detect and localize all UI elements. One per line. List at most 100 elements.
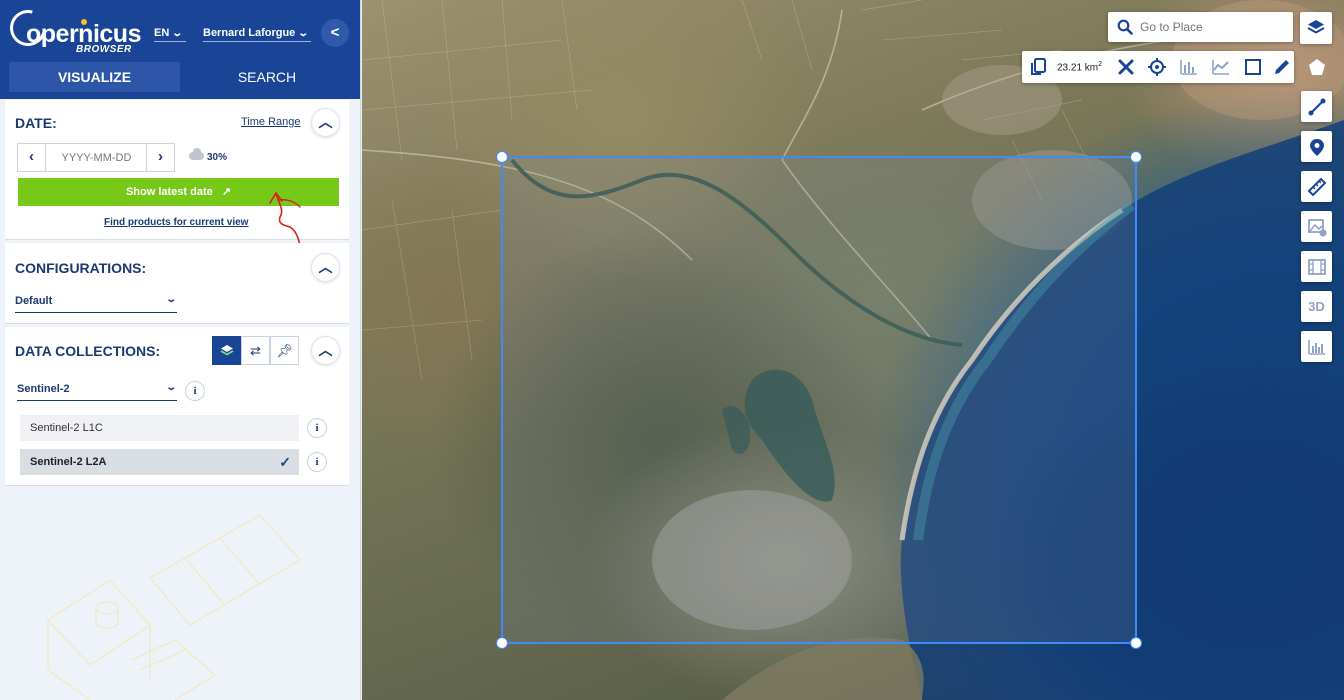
next-date-button[interactable]: › <box>146 144 174 171</box>
layers-icon <box>1307 20 1325 34</box>
chevron-down-icon: ⌄ <box>171 28 184 39</box>
aoi-area-value: 23.21 km <box>1057 62 1099 74</box>
aoi-handle[interactable] <box>1130 637 1142 649</box>
pencil-icon[interactable] <box>1272 57 1292 77</box>
find-products-link[interactable]: Find products for current view <box>104 217 248 228</box>
aoi-handle[interactable] <box>496 151 508 163</box>
collection-value: Sentinel-2 <box>17 383 70 395</box>
crosshair-icon[interactable] <box>1147 57 1167 77</box>
draw-polygon-button[interactable] <box>1301 51 1332 82</box>
annotation-arrow <box>269 191 301 246</box>
chevron-down-icon: ⌄ <box>164 294 177 305</box>
configurations-collapse-button[interactable]: ︿ <box>311 253 340 282</box>
square-icon[interactable] <box>1243 57 1263 77</box>
top-bar: opernicus BROWSER EN ⌄ Bernard Laforgue ⌄ … <box>0 0 360 99</box>
configurations-title: CONFIGURATIONS: <box>15 260 147 276</box>
draw-line-button[interactable] <box>1301 91 1332 122</box>
chevron-left-icon: ‹ <box>29 148 34 165</box>
layers-button[interactable] <box>1300 12 1332 44</box>
film-icon <box>1308 259 1326 275</box>
aoi-area: 23.21 km2 <box>1057 61 1102 73</box>
time-range-link[interactable]: Time Range <box>241 116 301 128</box>
map-view[interactable]: 23.21 km2 <box>362 0 1344 700</box>
pin-icon <box>1310 139 1324 156</box>
collection-info-button[interactable]: i <box>185 381 205 401</box>
3d-label: 3D <box>1308 299 1325 314</box>
arrow-up-right-icon: ↗ <box>221 186 232 198</box>
histogram-icon <box>1308 340 1325 355</box>
l1c-info-button[interactable]: i <box>307 418 327 438</box>
aoi-toolbar: 23.21 km2 <box>1022 51 1294 83</box>
layers-view-button[interactable] <box>212 336 241 365</box>
collection-item-sentinel-2-l2a[interactable]: Sentinel-2 L2A ✓ <box>20 449 299 475</box>
aoi-rectangle[interactable] <box>501 156 1137 644</box>
date-collapse-button[interactable]: ︿ <box>311 108 340 137</box>
swap-icon: ⇄ <box>250 343 261 358</box>
collection-item-label: Sentinel-2 L2A <box>30 456 107 468</box>
tab-search[interactable]: SEARCH <box>182 62 352 92</box>
layers-icon <box>220 345 233 356</box>
data-collections-collapse-button[interactable]: ︿ <box>311 336 340 365</box>
place-search <box>1108 12 1293 42</box>
info-icon: i <box>315 456 319 468</box>
3d-view-button[interactable]: 3D <box>1301 291 1332 322</box>
pin-view-button[interactable]: 📌︎ <box>270 336 299 365</box>
copy-icon[interactable] <box>1029 57 1049 77</box>
collection-item-sentinel-2-l1c[interactable]: Sentinel-2 L1C <box>20 415 299 441</box>
checkmark-icon: ✓ <box>279 454 291 470</box>
configuration-select[interactable]: Default ⌄ <box>15 294 177 313</box>
configurations-panel: CONFIGURATIONS: ︿ Default ⌄ <box>5 243 349 324</box>
tab-visualize[interactable]: VISUALIZE <box>9 62 180 92</box>
collection-item-label: Sentinel-2 L1C <box>30 422 103 434</box>
language-label: EN <box>154 27 170 39</box>
sidebar: opernicus BROWSER EN ⌄ Bernard Laforgue ⌄ … <box>0 0 361 700</box>
measure-button[interactable] <box>1301 171 1332 202</box>
add-pin-button[interactable] <box>1301 131 1332 162</box>
search-icon[interactable] <box>1117 19 1133 35</box>
cloud-icon[interactable] <box>189 148 204 160</box>
configuration-value: Default <box>15 295 53 307</box>
chevron-up-icon: ︿ <box>318 259 333 275</box>
aoi-handle[interactable] <box>1130 151 1142 163</box>
aoi-handle[interactable] <box>496 637 508 649</box>
satellite-illustration <box>47 514 301 700</box>
info-icon: i <box>193 385 197 397</box>
data-collections-panel: DATA COLLECTIONS: ⇄ 📌︎ ︿ Sentinel-2 ⌄ i … <box>5 327 349 486</box>
bar-chart-icon[interactable] <box>1179 57 1199 77</box>
close-icon[interactable] <box>1116 57 1136 77</box>
latest-date-label: Show latest date <box>125 186 213 198</box>
satellite-imagery <box>362 0 1344 700</box>
cloud-cover-value[interactable]: 30% <box>207 152 227 163</box>
language-select[interactable]: EN ⌄ <box>154 27 186 42</box>
chevron-up-icon: ︿ <box>318 114 333 130</box>
line-chart-icon[interactable] <box>1211 57 1231 77</box>
chevron-down-icon: ⌄ <box>297 28 310 39</box>
date-picker: ‹ › <box>17 143 175 172</box>
compare-view-button[interactable]: ⇄ <box>241 336 270 365</box>
user-name: Bernard Laforgue <box>203 27 296 39</box>
aoi-area-unit: 2 <box>1098 61 1103 68</box>
chevron-right-icon: › <box>158 148 163 165</box>
info-icon: i <box>315 422 319 434</box>
collection-select[interactable]: Sentinel-2 ⌄ <box>17 382 177 401</box>
line-icon <box>1308 98 1326 116</box>
user-menu[interactable]: Bernard Laforgue ⌄ <box>203 27 311 42</box>
place-search-input[interactable] <box>1140 17 1285 37</box>
logo-dot <box>81 19 87 25</box>
previous-date-button[interactable]: ‹ <box>18 144 46 171</box>
chevron-up-icon: ︿ <box>318 342 333 358</box>
pin-icon: 📌︎ <box>276 343 293 358</box>
image-download-button[interactable] <box>1301 211 1332 242</box>
collapse-sidebar-button[interactable]: < <box>321 19 349 47</box>
chevron-down-icon: ⌄ <box>164 382 177 393</box>
copernicus-logo[interactable]: opernicus BROWSER <box>3 3 141 56</box>
chevron-left-icon: < <box>330 24 340 41</box>
date-input[interactable] <box>47 144 146 171</box>
image-icon <box>1308 219 1327 237</box>
date-title: DATE: <box>15 115 57 131</box>
histogram-button[interactable] <box>1301 331 1332 362</box>
logo-subtitle: BROWSER <box>76 44 132 55</box>
timelapse-button[interactable] <box>1301 251 1332 282</box>
pentagon-icon <box>1309 59 1325 75</box>
l2a-info-button[interactable]: i <box>307 452 327 472</box>
